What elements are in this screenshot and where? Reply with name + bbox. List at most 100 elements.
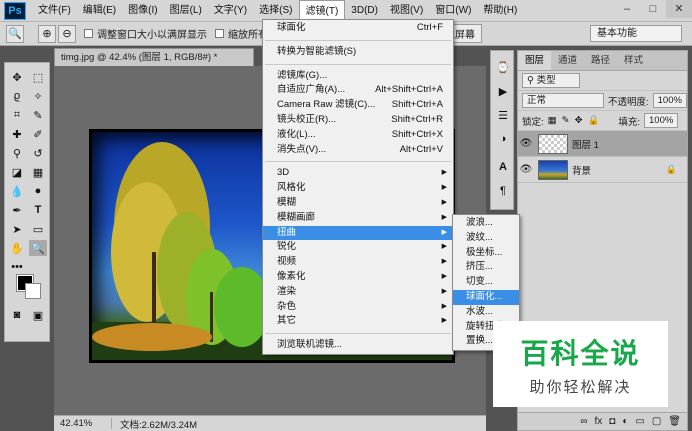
menu-option[interactable]: 切变... (453, 275, 519, 290)
layer-mask-icon[interactable]: ◘ (609, 416, 615, 427)
submenu-arrow-icon: ▶ (441, 317, 447, 325)
character-panel-icon[interactable]: A (495, 159, 511, 175)
opacity-field[interactable]: 100% (652, 93, 687, 108)
layer-name[interactable]: 图层 1 (572, 137, 599, 151)
path-selection-tool-icon[interactable]: ➤ (8, 221, 26, 237)
adjustment-layer-icon[interactable]: ◐ (622, 416, 628, 427)
menu-option[interactable]: 锐化 ▶ (263, 240, 453, 255)
maximize-button[interactable]: □ (640, 0, 666, 18)
workspace-select[interactable]: 基本功能 (590, 25, 682, 42)
menu-item[interactable]: 文字(Y) (208, 0, 253, 22)
zoom-all-checkbox[interactable]: 缩放所有 (215, 26, 268, 41)
actions-panel-icon[interactable]: ▶ (495, 83, 511, 99)
paragraph-panel-icon[interactable]: ¶ (495, 183, 511, 199)
minimize-button[interactable]: – (614, 0, 640, 18)
menu-option[interactable]: 视频 ▶ (263, 255, 453, 270)
tab-styles[interactable]: 样式 (617, 51, 650, 70)
dodge-tool-icon[interactable]: ● (29, 183, 47, 199)
link-layers-icon[interactable]: ∞ (580, 416, 587, 427)
zoom-tool-preset-icon[interactable]: 🔍 (6, 24, 24, 43)
adjustments-panel-icon[interactable]: ◑ (495, 131, 511, 147)
menu-item[interactable]: 文件(F) (32, 0, 77, 22)
zoom-in-icon[interactable]: ⊕ (38, 24, 56, 43)
tab-paths[interactable]: 路径 (584, 51, 617, 70)
lock-options-icon[interactable]: ▦✎✥🔒 (548, 115, 605, 126)
fill-field[interactable]: 100% (644, 113, 679, 128)
menu-option[interactable]: Camera Raw 滤镜(C)... Shift+Ctrl+A (263, 98, 453, 113)
menu-option[interactable]: 其它 ▶ (263, 314, 453, 329)
tab-layers[interactable]: 图层 (518, 51, 552, 70)
menu-option[interactable]: 波浪... (453, 216, 519, 231)
lasso-tool-icon[interactable]: ϱ (8, 88, 26, 104)
layer-row[interactable]: 👁 图层 1 (518, 131, 687, 157)
menu-option[interactable]: 3D ▶ (263, 166, 453, 181)
menu-option[interactable]: 浏览联机滤镜... (263, 338, 453, 353)
eyedropper-tool-icon[interactable]: ✎ (29, 107, 47, 123)
menu-option[interactable]: 水波... (453, 305, 519, 320)
brush-tool-icon[interactable]: ✐ (29, 126, 47, 142)
menu-item[interactable]: 图像(I) (122, 0, 163, 22)
visibility-eye-icon[interactable]: 👁 (518, 164, 534, 175)
document-tab[interactable]: timg.jpg @ 42.4% (图层 1, RGB/8#) * (54, 48, 254, 66)
trash-icon[interactable]: 🗑 (668, 416, 681, 427)
menu-item[interactable]: 图层(L) (164, 0, 208, 22)
shape-tool-icon[interactable]: ▭ (29, 221, 47, 237)
menu-item[interactable]: 编辑(E) (77, 0, 122, 22)
menu-option[interactable]: 极坐标... (453, 246, 519, 261)
menu-option[interactable]: 杂色 ▶ (263, 300, 453, 315)
marquee-tool-icon[interactable]: ⬚ (29, 69, 47, 85)
layer-row[interactable]: 👁 背景 🔒 (518, 157, 687, 183)
type-tool-icon[interactable]: T (29, 202, 47, 218)
menu-option[interactable]: 挤压... (453, 260, 519, 275)
menu-option-label: 像素化 (277, 270, 306, 282)
visibility-eye-icon[interactable]: 👁 (518, 138, 534, 149)
menu-item[interactable]: 帮助(H) (477, 0, 523, 22)
gradient-tool-icon[interactable]: ▦ (29, 164, 47, 180)
menu-option[interactable]: 模糊画廊 ▶ (263, 211, 453, 226)
hand-tool-icon[interactable]: ✋ (8, 240, 26, 256)
layer-name[interactable]: 背景 (572, 163, 591, 177)
blur-tool-icon[interactable]: 💧 (8, 183, 26, 199)
background-color-swatch[interactable] (25, 283, 41, 299)
layer-kind-filter[interactable]: ⚲ 类型 (522, 73, 580, 88)
screen-mode-icon[interactable]: ▣ (29, 307, 47, 323)
blend-mode-select[interactable]: 正常 (522, 93, 604, 108)
pen-tool-icon[interactable]: ✒ (8, 202, 26, 218)
new-layer-icon[interactable]: ▢ (652, 416, 661, 427)
menu-option[interactable]: 渲染 ▶ (263, 285, 453, 300)
resize-windows-checkbox[interactable]: 调整窗口大小以满屏显示 (84, 26, 207, 41)
history-panel-icon[interactable]: ⌚ (495, 59, 511, 75)
menu-option[interactable]: 液化(L)... Shift+Ctrl+X (263, 128, 453, 143)
history-brush-tool-icon[interactable]: ↺ (29, 145, 47, 161)
close-button[interactable]: ✕ (666, 0, 692, 18)
eraser-tool-icon[interactable]: ◪ (8, 164, 26, 180)
zoom-tool-icon[interactable]: 🔍 (29, 240, 47, 256)
clone-stamp-tool-icon[interactable]: ⚲ (8, 145, 26, 161)
menu-option[interactable]: 球面化... (453, 289, 519, 305)
menu-option[interactable]: 转换为智能滤镜(S) (263, 45, 453, 60)
menu-option[interactable]: 扭曲 ▶ (263, 225, 453, 241)
menu-option[interactable]: 消失点(V)... Alt+Ctrl+V (263, 143, 453, 158)
menu-option[interactable]: 球面化 Ctrl+F (263, 21, 453, 36)
layer-style-icon[interactable]: fx (595, 416, 603, 427)
menu-option[interactable]: 像素化 ▶ (263, 270, 453, 285)
tab-channels[interactable]: 通道 (551, 51, 584, 70)
magic-wand-tool-icon[interactable]: ✧ (29, 88, 47, 104)
menu-separator (265, 333, 451, 335)
menu-option[interactable]: 镜头校正(R)... Shift+Ctrl+R (263, 113, 453, 128)
menu-option[interactable]: 模糊 ▶ (263, 196, 453, 211)
menu-option[interactable]: 自适应广角(A)... Alt+Shift+Ctrl+A (263, 83, 453, 98)
healing-brush-tool-icon[interactable]: ✚ (8, 126, 26, 142)
menu-option[interactable]: 风格化 ▶ (263, 181, 453, 196)
menu-shortcut: Alt+Ctrl+V (399, 143, 443, 155)
group-icon[interactable]: ▭ (635, 416, 644, 427)
quick-mask-icon[interactable]: ◙ (8, 307, 26, 323)
zoom-level[interactable]: 42.41% (54, 418, 112, 429)
zoom-out-icon[interactable]: ⊖ (58, 24, 76, 43)
menu-option[interactable]: 滤镜库(G)... (263, 69, 453, 84)
more-tools-icon[interactable]: ••• (8, 259, 26, 275)
properties-panel-icon[interactable]: ☰ (495, 107, 511, 123)
move-tool-icon[interactable]: ✥ (8, 69, 26, 85)
menu-option[interactable]: 波纹... (453, 231, 519, 246)
crop-tool-icon[interactable]: ⌗ (8, 107, 26, 123)
